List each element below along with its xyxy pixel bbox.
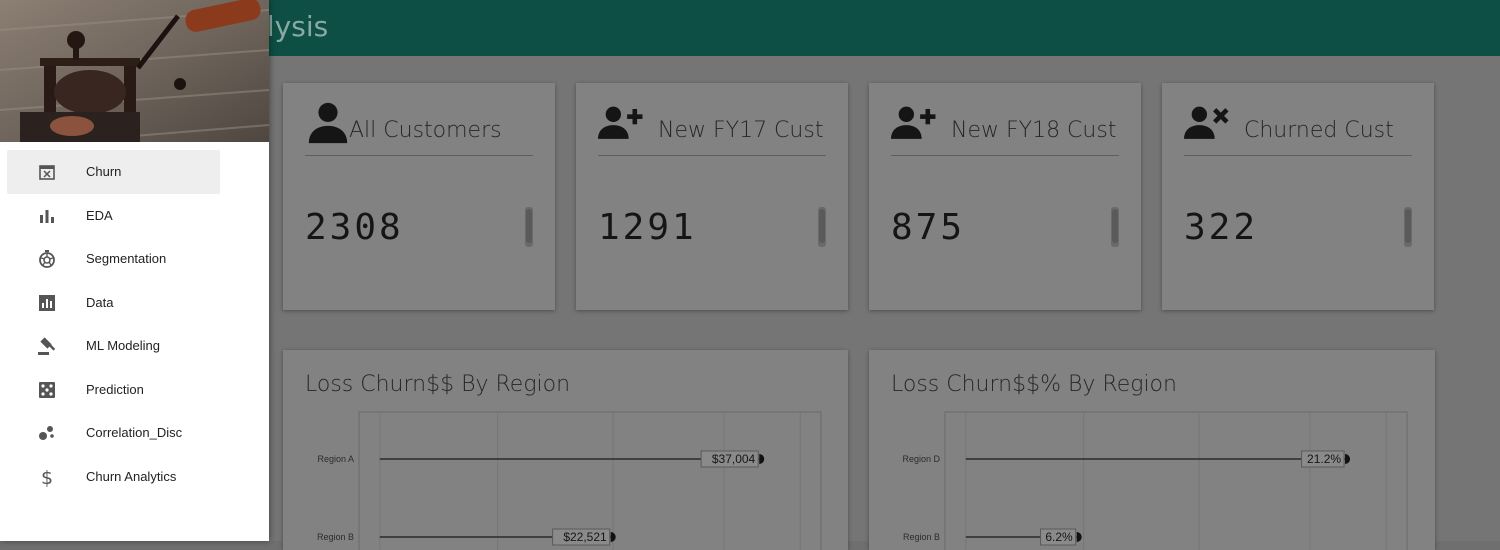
- category-label: Region D: [902, 454, 940, 464]
- kpi-header: New FY18 Cust: [891, 99, 1119, 156]
- bar-end-marker: [1345, 454, 1351, 464]
- nav-item-churn[interactable]: Churn: [7, 150, 220, 194]
- nav-item-label: Prediction: [86, 381, 144, 397]
- bubbles-icon: [39, 426, 54, 440]
- kpi-label: New FY17 Cust: [658, 118, 824, 143]
- kpi-label: All Customers: [349, 118, 502, 143]
- kpi-value: 1291: [598, 207, 697, 248]
- data-label: $37,004: [712, 452, 756, 466]
- plot-area: [944, 411, 1408, 550]
- kpi-header: All Customers: [305, 99, 533, 156]
- nav-item-label: Churn: [86, 164, 122, 179]
- bar-end-marker: [759, 454, 765, 464]
- data-label: 6.2%: [1045, 530, 1073, 544]
- chart-card-loss-churn-pct: Loss Churn$$% By Region Region D 21.2% Reg…: [869, 350, 1435, 550]
- nav-item-eda[interactable]: EDA: [7, 194, 220, 238]
- kpi-scrollbar[interactable]: [1111, 207, 1119, 247]
- kpi-value: 875: [891, 207, 966, 248]
- loss-churn-pct-chart: Region D 21.2%Region B 6.2%: [902, 411, 1408, 550]
- nav-item-ml-modeling[interactable]: ML Modeling: [7, 324, 220, 368]
- person-icon: [308, 102, 348, 144]
- person-add-icon: [891, 106, 936, 139]
- kpi-value: 2308: [305, 207, 404, 248]
- nav-item-data[interactable]: Data: [7, 281, 220, 325]
- chart-box-icon: [39, 294, 55, 311]
- dice-icon: [39, 381, 55, 398]
- kpi-header: New FY17 Cust: [598, 99, 826, 156]
- gavel-icon: [38, 337, 56, 355]
- nav-item-label: EDA: [86, 207, 113, 223]
- bar-chart-icon: [40, 209, 54, 223]
- svg-text:$: $: [41, 467, 53, 487]
- kpi-card-new-fy17: New FY17 Cust 1291: [576, 83, 848, 310]
- kpi-card-new-fy18: New FY18 Cust 875: [869, 83, 1141, 310]
- nav-item-label: ML Modeling: [86, 338, 160, 353]
- nav-item-correlation-disc[interactable]: Correlation_Disc: [7, 411, 220, 455]
- nav-item-label: Churn Analytics: [86, 468, 177, 484]
- nav-menu: Churn EDA Segmentation Data ML Modeling …: [0, 150, 269, 498]
- nav-item-label: Data: [86, 294, 114, 310]
- person-add-icon: [598, 106, 643, 139]
- nav-item-prediction[interactable]: Prediction: [7, 368, 220, 412]
- kpi-card-churned: Churned Cust 322: [1162, 83, 1434, 310]
- calendar-x-icon: [39, 165, 55, 180]
- kpi-scrollbar[interactable]: [525, 207, 533, 247]
- kpi-label: Churned Cust: [1244, 118, 1394, 143]
- chart-card-loss-churn: Loss Churn$$ By Region Region A $37,004 Re…: [283, 350, 848, 550]
- category-label: Region A: [317, 454, 354, 464]
- data-label: $22,521: [563, 530, 607, 544]
- nav-drawer: Churn EDA Segmentation Data ML Modeling …: [0, 0, 269, 541]
- loss-churn-chart: Region A $37,004Region B $22,521: [317, 411, 822, 550]
- kpi-value: 322: [1184, 207, 1259, 248]
- dollar-icon: $: [41, 467, 53, 487]
- kpi-scrollbar[interactable]: [1404, 207, 1412, 247]
- person-remove-icon: [1184, 106, 1229, 139]
- nav-item-label: Segmentation: [86, 251, 167, 266]
- kpi-card-all-customers: All Customers 2308: [283, 83, 555, 310]
- nav-item-segmentation[interactable]: Segmentation: [7, 237, 220, 281]
- data-label: 21.2%: [1307, 452, 1341, 466]
- nav-item-label: Correlation_Disc: [86, 425, 183, 440]
- kpi-header: Churned Cust: [1184, 99, 1412, 156]
- kpi-label: New FY18 Cust: [951, 118, 1117, 143]
- nav-item-churn-analytics[interactable]: $ Churn Analytics: [7, 455, 220, 499]
- coffee-grinder-banner-image: [0, 0, 269, 142]
- aperture-icon: [39, 250, 55, 268]
- kpi-scrollbar[interactable]: [818, 207, 826, 247]
